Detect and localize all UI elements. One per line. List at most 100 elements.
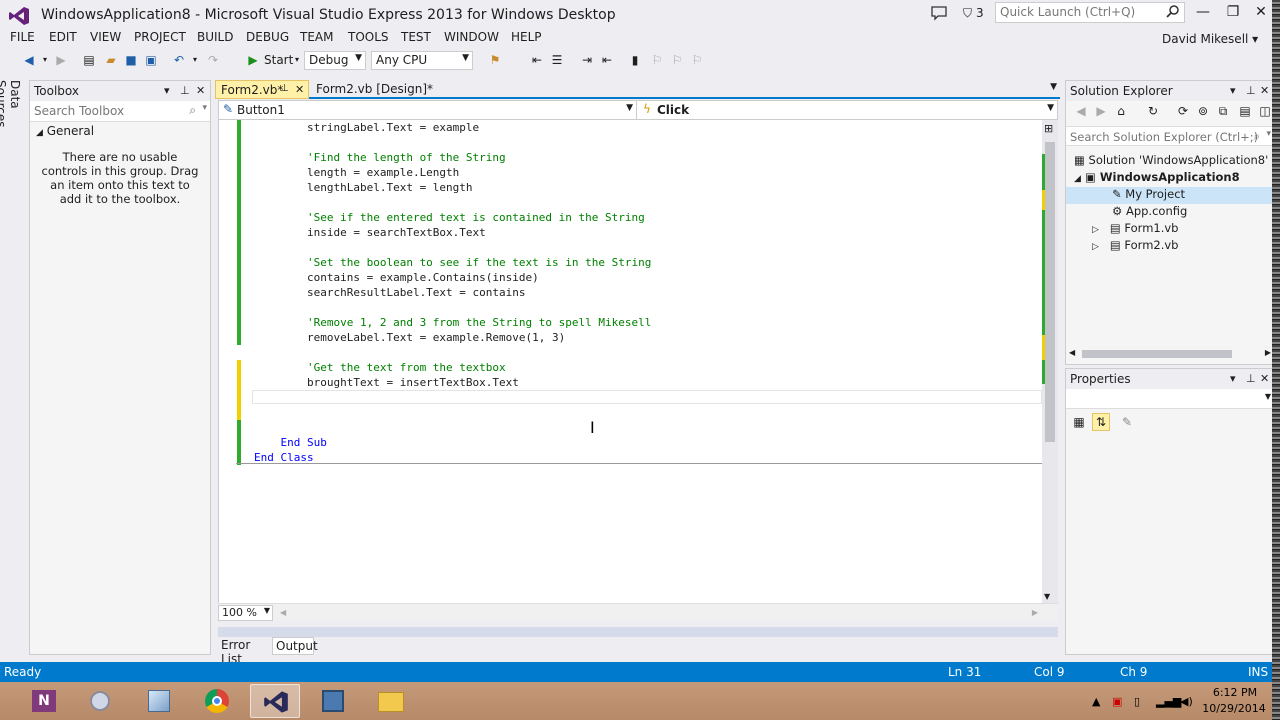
horizontal-scrollbar[interactable]: ◀ ▶ [1066, 348, 1274, 360]
back-icon[interactable]: ◀ [22, 53, 36, 67]
code-editor[interactable]: stringLabel.Text = example 'Find the len… [218, 120, 1058, 603]
code-line[interactable]: 'Get the text from the textbox [254, 360, 1044, 375]
bookmark-icon[interactable]: ▮ [628, 53, 642, 67]
user-account[interactable]: David Mikesell ▾ [1162, 32, 1258, 46]
code-line[interactable]: stringLabel.Text = example [254, 120, 1044, 135]
quick-launch-input[interactable]: Quick Launch (Ctrl+Q) [995, 2, 1185, 23]
menu-team[interactable]: TEAM [300, 30, 333, 44]
show-all-icon[interactable]: ⊚ [1196, 104, 1210, 118]
output-pane-collapsed[interactable] [218, 627, 1058, 637]
menu-edit[interactable]: EDIT [49, 30, 77, 44]
indent-icon[interactable]: ⇥ [580, 53, 594, 67]
back-dropdown-icon[interactable]: ▾ [38, 53, 52, 67]
scrollbar-thumb[interactable] [1045, 142, 1055, 442]
find-in-files-icon[interactable]: ⚑ [488, 53, 502, 67]
code-line[interactable] [254, 390, 1044, 405]
menu-debug[interactable]: DEBUG [246, 30, 289, 44]
view-code-icon[interactable]: ◫ [1258, 104, 1272, 118]
event-dropdown[interactable]: ϟ Click ▼ [639, 101, 1057, 119]
chrome-icon[interactable] [192, 684, 242, 718]
clock-time[interactable]: 6:12 PM [1205, 686, 1265, 699]
undo-icon[interactable]: ↶ [172, 53, 186, 67]
step-icon[interactable]: ⇤ [530, 53, 544, 67]
notification-icon[interactable] [930, 5, 948, 21]
next-bookmark-icon[interactable]: ⚐ [670, 53, 684, 67]
clock-date[interactable]: 10/29/2014 [1198, 702, 1270, 715]
battery-icon[interactable]: ▯ [1134, 695, 1140, 708]
chevron-down-icon[interactable]: ▾ [1266, 129, 1271, 139]
search-icon[interactable]: ⌕ [189, 103, 196, 118]
object-dropdown[interactable]: ✎ Button1 ▼ [219, 101, 637, 119]
home-icon[interactable]: ⌂ [1114, 104, 1128, 118]
alphabetical-icon[interactable]: ⇅ [1092, 413, 1110, 431]
tree-item-app-config[interactable]: ⚙ App.config [1110, 204, 1187, 221]
tab-error-list[interactable]: Error List [218, 637, 270, 666]
solution-search-input[interactable]: Search Solution Explorer (Ctrl+;) ⌕ ▾ [1066, 126, 1274, 146]
tab-form2-design[interactable]: Form2.vb [Design]* [311, 80, 451, 99]
tab-output[interactable]: Output [272, 637, 318, 655]
code-line[interactable] [254, 240, 1044, 255]
properties-icon[interactable]: ▤ [1238, 104, 1252, 118]
undo-dropdown-icon[interactable]: ▾ [188, 53, 202, 67]
close-icon[interactable]: ✕ [295, 83, 304, 96]
tab-overflow-icon[interactable]: ▼ [1050, 82, 1057, 92]
code-line[interactable]: End Sub [254, 435, 1044, 450]
clear-bookmarks-icon[interactable]: ⚐ [690, 53, 704, 67]
collapse-all-icon[interactable]: ⧉ [1216, 104, 1230, 118]
menu-test[interactable]: TEST [401, 30, 431, 44]
redo-icon[interactable]: ↷ [206, 53, 220, 67]
code-line[interactable]: broughtText = insertTextBox.Text [254, 375, 1044, 390]
code-lines[interactable]: stringLabel.Text = example 'Find the len… [254, 120, 1044, 465]
network-icon[interactable]: ▂▄▆ [1156, 695, 1181, 708]
comment-icon[interactable]: ☰ [550, 53, 564, 67]
open-file-icon[interactable]: ▰ [104, 53, 118, 67]
scroll-right-icon[interactable]: ▶ [1032, 608, 1038, 617]
paint-icon[interactable] [76, 684, 126, 718]
code-line[interactable]: removeLabel.Text = example.Remove(1, 3) [254, 330, 1044, 345]
property-pages-icon[interactable]: ✎ [1120, 415, 1134, 429]
code-line[interactable]: lengthLabel.Text = length [254, 180, 1044, 195]
code-line[interactable]: searchResultLabel.Text = contains [254, 285, 1044, 300]
refresh-icon[interactable]: ⟳ [1176, 104, 1190, 118]
save-all-icon[interactable]: ▣ [144, 53, 158, 67]
new-project-icon[interactable]: ▤ [82, 53, 96, 67]
start-play-icon[interactable]: ▶ [246, 53, 260, 67]
close-button[interactable]: ✕ [1248, 4, 1274, 22]
menu-project[interactable]: PROJECT [134, 30, 186, 44]
split-icon[interactable]: ⊞ [1044, 122, 1053, 135]
visual-studio-icon[interactable] [250, 684, 300, 718]
code-line[interactable]: length = example.Length [254, 165, 1044, 180]
close-icon[interactable]: ✕ [196, 84, 205, 97]
close-icon[interactable]: ✕ [1260, 372, 1269, 385]
vertical-scrollbar[interactable]: ⊞ ▼ [1042, 120, 1058, 603]
sync-icon[interactable]: ↻ [1146, 104, 1160, 118]
object-selector-dropdown[interactable]: ▼ [1066, 389, 1274, 409]
search-icon[interactable] [1166, 4, 1180, 18]
code-line[interactable]: inside = searchTextBox.Text [254, 225, 1044, 240]
outdent-icon[interactable]: ⇤ [600, 53, 614, 67]
code-line[interactable]: 'Remove 1, 2 and 3 from the String to sp… [254, 315, 1044, 330]
tree-item-form1[interactable]: ▷ ▤ Form1.vb [1090, 221, 1178, 238]
search-icon[interactable]: ⌕ [1254, 129, 1260, 144]
video-icon[interactable] [308, 684, 358, 718]
pin-icon[interactable]: ⊥ [180, 84, 190, 97]
scroll-left-icon[interactable]: ◀ [280, 608, 286, 617]
start-button[interactable]: Start [264, 53, 293, 67]
restore-button[interactable]: ❐ [1220, 4, 1246, 22]
forward-icon[interactable]: ▶ [1094, 104, 1108, 118]
tree-item-project[interactable]: ◢ ▣ WindowsApplication8 [1072, 170, 1240, 187]
pane-menu-icon[interactable]: ▾ [1230, 372, 1236, 385]
close-icon[interactable]: ✕ [1260, 84, 1269, 97]
code-line[interactable] [254, 135, 1044, 150]
explorer-icon[interactable] [366, 684, 416, 718]
code-line[interactable]: 'Find the length of the String [254, 150, 1044, 165]
pin-icon[interactable]: ⊥ [1246, 372, 1256, 385]
onenote-icon[interactable]: N [20, 684, 70, 718]
pane-menu-icon[interactable]: ▾ [1230, 84, 1236, 97]
code-line[interactable] [254, 345, 1044, 360]
forward-icon[interactable]: ▶ [54, 53, 68, 67]
box-icon[interactable] [134, 684, 184, 718]
configuration-dropdown[interactable]: Debug ▼ [304, 51, 366, 70]
code-line[interactable]: 'Set the boolean to see if the text is i… [254, 255, 1044, 270]
code-line[interactable] [254, 195, 1044, 210]
